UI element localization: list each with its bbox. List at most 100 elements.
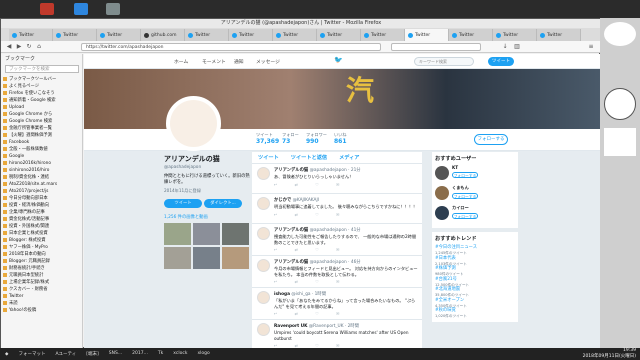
compose-tweet-button[interactable]: ツイート <box>488 57 514 66</box>
tweet-author[interactable]: アリアンデルの猫 <box>274 168 308 173</box>
tweet-actions[interactable]: ↩ ⇄ ♡ ✉ <box>274 247 418 252</box>
bookmark-item[interactable]: AtoZ2018/site.at.mars <box>3 181 83 188</box>
tweet[interactable]: かじかで @KAJIKAKAJI 明当初動場事に追着してました。 後々聴みながらこ… <box>252 194 422 224</box>
stat-following[interactable]: フォロー 73 <box>282 132 299 145</box>
user-avatar[interactable] <box>435 166 449 180</box>
media-thumbnail[interactable] <box>164 247 191 269</box>
taskbar-item[interactable]: [端末] <box>81 351 104 357</box>
bookmark-item[interactable]: Blogger: 株式投資 <box>3 237 83 244</box>
start-menu-icon[interactable]: ◆ <box>0 352 13 357</box>
trend-item[interactable]: #北海道地震 35,800件のツイート <box>435 287 515 298</box>
trend-item[interactable]: #株価予測 980件のツイート <box>435 266 515 277</box>
bookmark-item[interactable]: ヤフー株価 - MyPro <box>3 244 83 251</box>
media-thumbnail[interactable] <box>193 223 220 245</box>
menu-icon[interactable]: ≡ <box>587 43 595 51</box>
downloads-icon[interactable]: ↓ <box>501 43 509 51</box>
bookmark-item[interactable]: 日本企業と株式投資 <box>3 230 83 237</box>
stat-tweets[interactable]: ツイート 37,369 <box>256 132 279 145</box>
url-bar[interactable]: https://twitter.com/apashadejapon <box>81 43 381 51</box>
taskbar-item[interactable]: フォーマット <box>13 351 50 357</box>
tweet-avatar[interactable] <box>257 291 270 304</box>
trend-item[interactable]: #秋の味覚 1,020件のツイート <box>435 308 515 319</box>
taskbar-item[interactable]: Tk <box>153 351 168 357</box>
browser-search-input[interactable] <box>391 43 481 51</box>
media-link[interactable]: 1,256 件の画像と動画 <box>164 214 254 220</box>
browser-tab[interactable]: Twitter <box>185 29 229 41</box>
browser-tab[interactable]: Twitter <box>449 29 493 41</box>
recommended-user[interactable]: カイローフォローする <box>435 205 515 225</box>
browser-tab[interactable]: github.com <box>141 29 185 41</box>
reload-icon[interactable]: ↻ <box>25 43 33 51</box>
tweet-author[interactable]: Ravenport UK <box>274 324 308 329</box>
browser-tab[interactable]: Twitter <box>493 29 537 41</box>
tweet-author[interactable]: ishoga <box>274 292 290 297</box>
tweet-avatar[interactable] <box>257 227 270 240</box>
tweet[interactable]: アリアンデルの猫 @apashadejapon · 21分 あ、冒険者がひとりいら… <box>252 164 422 194</box>
bookmark-item[interactable]: 2018年日本の動向 <box>3 251 83 258</box>
media-thumbnail[interactable] <box>164 223 191 245</box>
browser-tab[interactable]: Twitter <box>9 29 53 41</box>
browser-tab[interactable]: Twitter <box>273 29 317 41</box>
tweet[interactable]: Ravenport UK @Ravenport_UK · 2時間 Umpires … <box>252 320 422 349</box>
follow-user-button[interactable]: フォローする <box>452 172 478 178</box>
follow-button[interactable]: フォローする <box>474 134 508 145</box>
user-name[interactable]: くまもん <box>452 185 515 191</box>
bookmark-item[interactable]: Ato2017/project/js <box>3 188 83 195</box>
tab-tweets-replies[interactable]: ツイートと返信 <box>291 152 327 163</box>
tweet-actions[interactable]: ↩ ⇄ ♡ ✉ <box>274 182 418 187</box>
tweet[interactable]: アリアンデルの猫 @apashadejapon · 46分 今月の市場情報とフィー… <box>252 256 422 288</box>
browser-tab-active[interactable]: Twitter <box>405 29 449 41</box>
tweet-author[interactable]: アリアンデルの猫 <box>274 228 308 233</box>
nav-notifications[interactable]: 通知 <box>234 58 244 65</box>
recommended-user[interactable]: KT フォローする <box>435 165 515 185</box>
tweet-avatar[interactable] <box>257 323 270 336</box>
tweet-avatar[interactable] <box>257 167 270 180</box>
taskbar-item[interactable]: xclock <box>168 351 192 357</box>
stat-followers[interactable]: フォロワー 990 <box>306 132 327 145</box>
follow-user-button[interactable]: フォローする <box>452 193 478 199</box>
tweet-actions[interactable]: ↩ ⇄ ♡ ✉ <box>274 212 418 217</box>
browser-tab[interactable]: Twitter <box>53 29 97 41</box>
bookmark-item[interactable]: 全般・一般株価数値 <box>3 146 83 153</box>
library-icon[interactable]: ▥ <box>513 43 521 51</box>
bookmark-item[interactable]: Facebook <box>3 139 83 146</box>
nav-messages[interactable]: メッセージ <box>256 58 280 65</box>
bookmark-item[interactable]: 投資・経済/株価動向 <box>3 202 83 209</box>
tweet-actions[interactable]: ↩ ⇄ ♡ ✉ <box>274 311 418 316</box>
bookmark-item[interactable]: Yahoo!の投稿 <box>3 307 83 314</box>
bookmark-item[interactable]: Google Chrome から <box>3 111 83 118</box>
back-icon[interactable]: ◀ <box>5 43 13 51</box>
bookmark-search-input[interactable]: ブックマークを検索 <box>5 65 79 73</box>
bookmark-item[interactable]: Twitter <box>3 293 83 300</box>
bookmark-item[interactable]: Firefox を使いこなそう <box>3 90 83 97</box>
bookmark-item[interactable]: クスカバー - 財務省 <box>3 286 83 293</box>
tab-tweets[interactable]: ツイート <box>258 152 279 163</box>
trend-item[interactable]: #日本代表 2,103件のツイート <box>435 256 515 267</box>
bookmark-item[interactable]: ブックマークツールバー <box>3 76 83 83</box>
bookmark-item[interactable]: Upload <box>3 104 83 111</box>
bookmark-item[interactable]: 未読 <box>3 300 83 307</box>
media-thumbnail[interactable] <box>222 223 249 245</box>
tweet-author[interactable]: かじかで <box>274 198 291 203</box>
browser-tab[interactable]: Twitter <box>317 29 361 41</box>
bookmark-item[interactable]: 元職員日本型統計 <box>3 272 83 279</box>
trend-item[interactable]: #全米オープン 4,350件のツイート <box>435 298 515 309</box>
forward-icon[interactable]: ▶ <box>15 43 23 51</box>
taskbar-item[interactable]: SNS... <box>104 351 127 357</box>
desktop-app-icon[interactable] <box>106 3 120 15</box>
bookmark-item[interactable]: 企業/専門株の記事 <box>3 209 83 216</box>
direct-message-button[interactable]: ダイレクト... <box>204 199 242 208</box>
bookmark-item[interactable]: 税制/資金化株・連結 <box>3 174 83 181</box>
bookmark-item[interactable]: 【火曜】週間株価予測 <box>3 132 83 139</box>
tab-media[interactable]: メディア <box>339 152 359 163</box>
profile-tweet-button[interactable]: ツイート <box>164 199 202 208</box>
browser-tab[interactable]: Twitter <box>361 29 405 41</box>
user-name[interactable]: カイロー <box>452 205 515 211</box>
trend-item[interactable]: #今日の注目ニュース 1,245件のツイート <box>435 245 515 256</box>
follow-user-button[interactable]: フォローする <box>452 213 478 219</box>
bookmark-item[interactable]: 今日分母動向部日本 <box>3 195 83 202</box>
bookmark-item[interactable]: sinhirono2016/hiro <box>3 167 83 174</box>
bookmark-item[interactable]: 金融庁所管事業者一覧 <box>3 125 83 132</box>
twitter-bird-icon[interactable]: 🐦 <box>334 56 343 64</box>
bookmark-item[interactable]: 上場企業年記録/株式 <box>3 279 83 286</box>
